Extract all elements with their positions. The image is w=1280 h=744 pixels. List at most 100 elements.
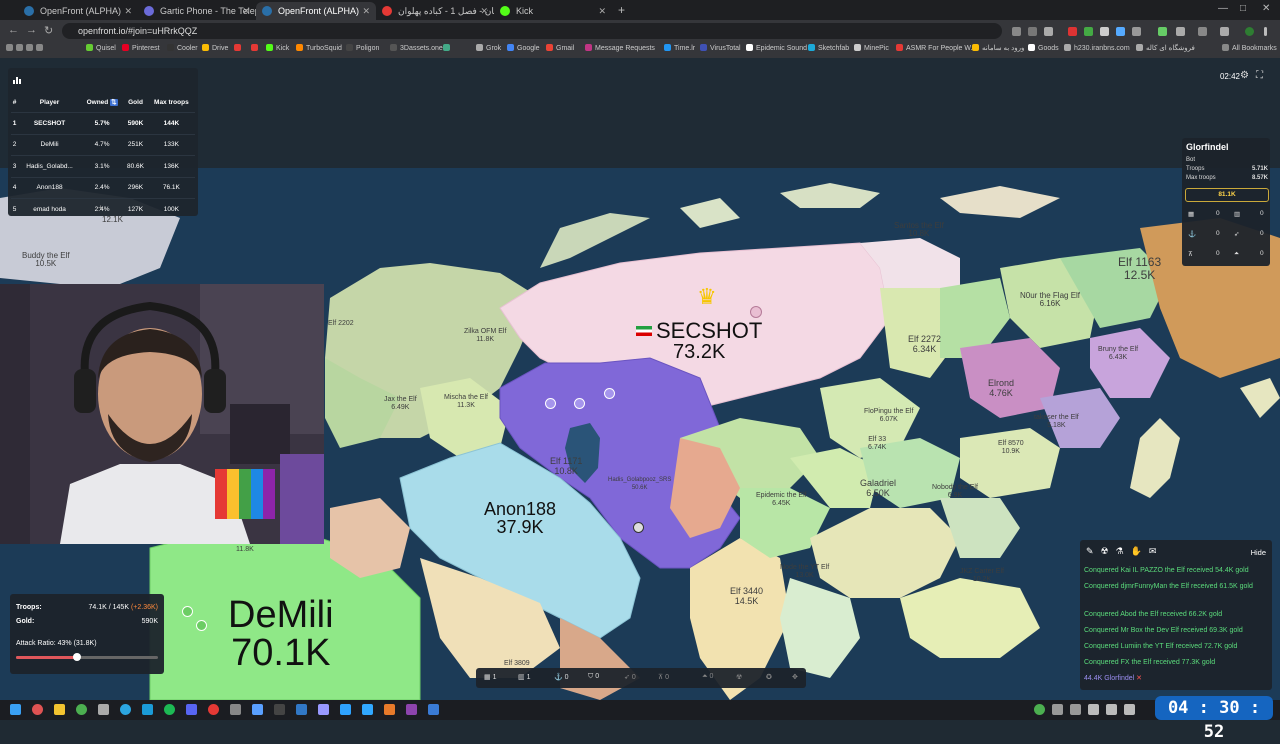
bookmark-item[interactable]: VirusTotal <box>700 44 741 52</box>
bookmark-item[interactable]: Time.lr <box>664 44 695 52</box>
app-icon[interactable] <box>274 704 285 715</box>
bookmark-item[interactable]: Google <box>507 44 540 52</box>
downloads-icon[interactable] <box>1198 27 1207 36</box>
sidebar-icon[interactable] <box>1220 27 1229 36</box>
bookmark-item[interactable]: Poligon <box>346 44 379 52</box>
missile-build-button[interactable]: ➶ 0 <box>624 673 636 681</box>
bookmark-item[interactable]: Cooler <box>167 44 198 52</box>
extension-icon[interactable] <box>1068 27 1077 36</box>
tab-kick[interactable]: Kick ✕ <box>494 2 612 20</box>
bookmark-item[interactable]: فروشگاه ای کاله <box>1136 44 1195 52</box>
close-icon[interactable]: ✕ <box>124 2 132 20</box>
port-icon[interactable] <box>196 620 207 631</box>
app-icon[interactable] <box>252 704 263 715</box>
extension-icon[interactable] <box>1158 27 1167 36</box>
extension-icon[interactable] <box>1116 27 1125 36</box>
table-row[interactable]: 3 Hadis_Golabd... 3.1% 80.6K 136K <box>11 155 195 177</box>
bookmark-item[interactable]: Epidemic Sound <box>746 44 807 52</box>
bookmark-item[interactable]: Gmail <box>546 44 574 52</box>
bookmark-item[interactable] <box>443 44 453 52</box>
close-icon[interactable]: ✕ <box>1136 675 1142 682</box>
settings-icon[interactable]: ⚙ <box>1240 70 1249 81</box>
tray-icon[interactable] <box>1124 704 1135 715</box>
leaderboard-icon[interactable] <box>12 72 22 84</box>
app-icon[interactable] <box>296 704 307 715</box>
new-tab-icon[interactable]: + <box>618 3 625 17</box>
bookmark-item[interactable]: Drive <box>202 44 228 52</box>
port-icon[interactable] <box>545 398 556 409</box>
telegram-icon[interactable] <box>120 704 131 715</box>
mirv-button[interactable]: ✥ <box>792 673 798 681</box>
col-owned[interactable]: Owned ⇅ <box>81 92 123 113</box>
bookmark-item[interactable] <box>234 44 244 52</box>
defense-build-button[interactable]: ⛉ 0 <box>588 673 599 681</box>
star-icon[interactable] <box>1044 27 1053 36</box>
col-player[interactable]: Player <box>18 92 81 113</box>
windows-start-icon[interactable] <box>10 704 21 715</box>
anon-label[interactable]: Anon188 37.9K <box>484 500 556 536</box>
bookmark-item[interactable]: ASMR For People W... <box>896 44 976 52</box>
tray-icon[interactable] <box>1070 704 1081 715</box>
city-icon[interactable] <box>750 306 762 318</box>
chrome-icon[interactable] <box>76 704 87 715</box>
close-window-icon[interactable]: ✕ <box>1262 3 1270 14</box>
after-effects-icon[interactable] <box>318 704 329 715</box>
discord-icon[interactable] <box>186 704 197 715</box>
port-icon[interactable] <box>604 388 615 399</box>
extension-icon[interactable] <box>1084 27 1093 36</box>
sam-build-button[interactable]: ⊼ 0 <box>658 673 669 681</box>
tray-icon[interactable] <box>1106 704 1117 715</box>
close-icon[interactable]: ✕ <box>480 2 488 20</box>
tray-icon[interactable] <box>1052 704 1063 715</box>
table-row[interactable]: 1 SECSHOT 5.7% 590K 144K <box>11 112 195 134</box>
forward-icon[interactable]: → <box>26 24 37 36</box>
app-icon[interactable] <box>406 704 417 715</box>
bookmark-item[interactable]: TurboSquid <box>296 44 342 52</box>
bookmark-item[interactable]: Message Requests <box>585 44 655 52</box>
game-area[interactable]: ♛ SECSHOT 73.2K Anon188 37.9K DeMili 70.… <box>0 58 1280 700</box>
city-build-button[interactable]: ▦ 1 <box>484 673 496 681</box>
tab-gartic[interactable]: Gartic Phone - The Telephone G ✕ <box>138 2 256 20</box>
bookmark-item[interactable]: Sketchfab <box>808 44 849 52</box>
bookmark-item[interactable]: ورود به سامانه <box>972 44 1024 52</box>
eye-off-icon[interactable] <box>1028 27 1037 36</box>
reload-icon[interactable]: ↻ <box>44 24 53 37</box>
back-icon[interactable]: ← <box>8 24 19 36</box>
all-bookmarks[interactable]: All Bookmarks <box>1222 44 1277 52</box>
minimize-icon[interactable]: — <box>1218 3 1228 14</box>
extension-icon[interactable] <box>1100 27 1109 36</box>
app-icon[interactable] <box>98 704 109 715</box>
bookmark-item[interactable]: Pinterest <box>122 44 160 52</box>
demili-label[interactable]: DeMili 70.1K <box>228 596 334 672</box>
bookmark-item[interactable]: Quisel <box>86 44 116 52</box>
table-row[interactable]: 5 emad hoda 2.4% 127K 100K <box>11 198 195 220</box>
bookmark-item[interactable]: Grok <box>476 44 501 52</box>
search-icon[interactable] <box>32 704 43 715</box>
apps-icon[interactable] <box>6 44 46 52</box>
maximize-icon[interactable]: □ <box>1240 3 1246 14</box>
tray-icon[interactable] <box>1088 704 1099 715</box>
blender-icon[interactable] <box>384 704 395 715</box>
url-input[interactable]: openfront.io/#join=uHRrkQQZ <box>62 23 1002 39</box>
extension-icon[interactable] <box>1132 27 1141 36</box>
app-icon[interactable] <box>428 704 439 715</box>
steam-icon[interactable] <box>142 704 153 715</box>
port-icon[interactable] <box>182 606 193 617</box>
tray-icon[interactable] <box>1034 704 1045 715</box>
close-icon[interactable]: ✕ <box>598 2 606 20</box>
table-row[interactable]: 2 DeMili 4.7% 251K 133K <box>11 133 195 156</box>
attack-ratio-slider[interactable] <box>16 653 158 661</box>
menu-icon[interactable] <box>1264 27 1267 36</box>
spotify-icon[interactable] <box>164 704 175 715</box>
puzzle-icon[interactable] <box>1176 27 1185 36</box>
premiere-icon[interactable] <box>340 704 351 715</box>
defense-icon[interactable] <box>574 398 585 409</box>
obs-icon[interactable] <box>208 704 219 715</box>
bookmark-item[interactable]: MinePic <box>854 44 889 52</box>
event-filters[interactable]: ✎☢⚗✋✉ <box>1086 546 1163 557</box>
tab-openfront-active[interactable]: OpenFront (ALPHA) ✕ <box>256 2 376 20</box>
secshot-label[interactable]: SECSHOT 73.2K <box>636 320 762 362</box>
close-icon[interactable]: ✕ <box>362 2 370 20</box>
photoshop-icon[interactable] <box>362 704 373 715</box>
hide-button[interactable]: Hide <box>1251 548 1266 557</box>
